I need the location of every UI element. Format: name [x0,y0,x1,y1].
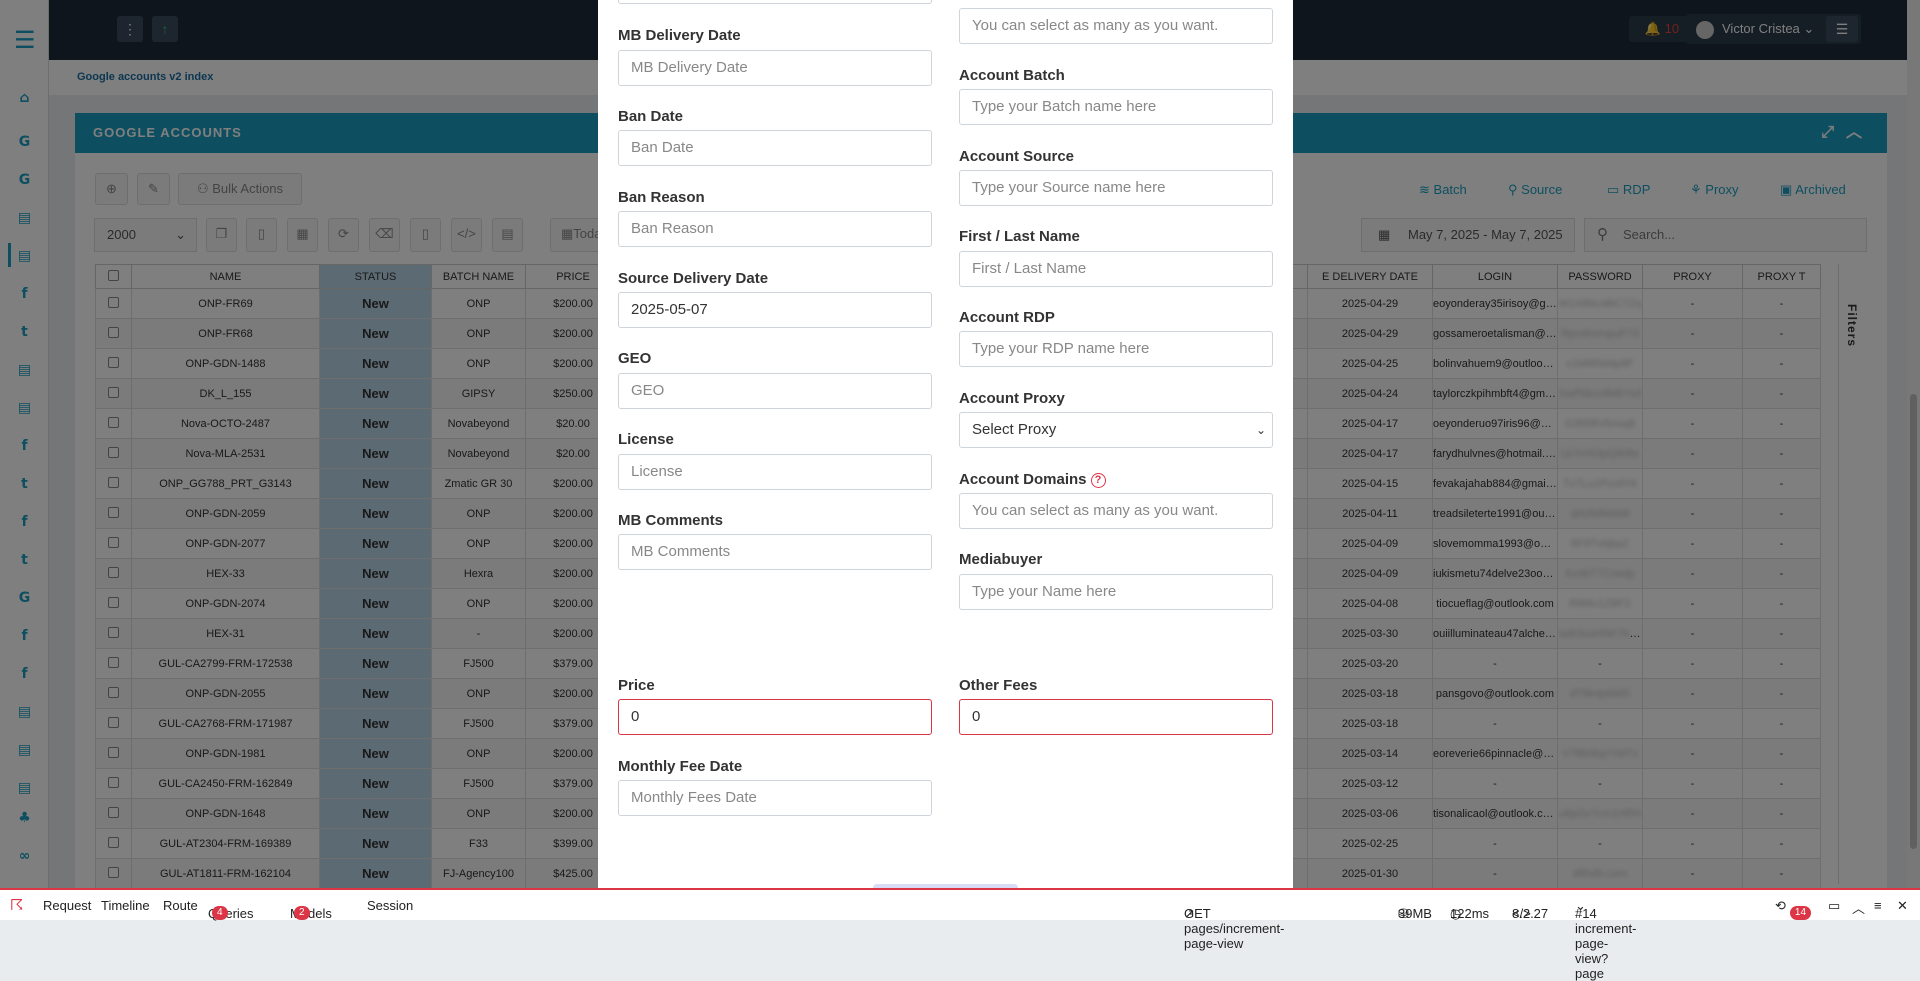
mb-comments-label: MB Comments [618,512,724,529]
price-input[interactable]: 0 [618,699,932,735]
edit-account-modal: MB Delivery Date MB Delivery Date Ban Da… [598,0,1293,888]
debug-tab-session[interactable]: Session [367,898,413,913]
account-source-label: Account Source [959,148,1075,165]
laravel-logo-icon[interactable]: ☈ [10,896,23,914]
folder-icon[interactable]: ▭ [1828,898,1840,914]
monthly-fee-date-label: Monthly Fee Date [618,758,743,775]
multi-select-input[interactable]: You can select as many as you want. [959,8,1273,44]
account-batch-input[interactable]: Type your Batch name here [959,89,1273,125]
other-fees-label: Other Fees [959,677,1038,694]
price-label: Price [618,677,655,694]
account-proxy-label: Account Proxy [959,390,1065,407]
account-rdp-label: Account RDP [959,309,1055,326]
memory-label: 39MB [1398,906,1432,921]
queries-badge: 4 [212,906,228,920]
mb-delivery-date-input[interactable]: MB Delivery Date [618,50,932,86]
proxy-select-value: Select Proxy [972,421,1057,438]
debug-tab-timeline[interactable]: Timeline [101,898,150,913]
history-badge: 14 [1789,906,1812,920]
license-input[interactable]: License [618,454,932,490]
debug-bar: ☈ Request Timeline Route Queries 4 Models… [0,888,1920,981]
help-icon[interactable]: ? [1090,473,1106,488]
chevron-up-icon[interactable]: ︿ [1852,898,1865,917]
geo-input[interactable]: GEO [618,373,932,409]
account-domains-label-wrap: Account Domains? [959,471,1106,488]
license-label: License [618,431,674,448]
time-label: 122ms [1450,906,1490,921]
account-source-input[interactable]: Type your Source name here [959,170,1273,206]
account-batch-label: Account Batch [959,67,1065,84]
mediabuyer-input[interactable]: Type your Name here [959,574,1273,610]
ban-reason-input[interactable]: Ban Reason [618,211,932,247]
other-fees-input[interactable]: 0 [959,699,1273,735]
request-selector[interactable]: #14 increment-page-view?page ⌄ [1575,898,1636,981]
account-rdp-input[interactable]: Type your RDP name here [959,331,1273,367]
close-icon[interactable]: ✕ [1897,898,1908,914]
mb-comments-input[interactable]: MB Comments [618,534,932,570]
source-delivery-label: Source Delivery Date [618,270,769,287]
ban-date-input[interactable]: Ban Date [618,130,932,166]
ban-reason-label: Ban Reason [618,189,705,206]
models-badge: 2 [294,906,310,920]
account-proxy-select[interactable]: Select Proxy ⌄ [959,412,1273,448]
monthly-fee-date-input[interactable]: Monthly Fees Date [618,780,932,816]
account-domains-input[interactable]: You can select as many as you want. [959,493,1273,529]
mb-delivery-label: MB Delivery Date [618,27,741,44]
source-delivery-date-input[interactable]: 2025-05-07 [618,292,932,328]
route-label: GET pages/increment-page-view [1184,906,1285,951]
top-input[interactable] [618,0,932,4]
geo-label: GEO [618,350,652,367]
ban-date-label: Ban Date [618,108,684,125]
account-domains-label: Account Domains [959,471,1087,488]
chevron-down-icon: ⌄ [1255,423,1266,437]
first-last-name-input[interactable]: First / Last Name [959,251,1273,287]
settings-icon[interactable]: ≡ [1874,898,1882,913]
debug-tab-route[interactable]: Route [163,898,198,913]
debug-tab-request[interactable]: Request [43,898,91,913]
php-version: 8.2.27 [1512,906,1549,921]
request-label: #14 increment-page-view?page [1575,906,1637,981]
first-last-name-label: First / Last Name [959,228,1080,245]
history-icon[interactable]: ⟲ 14 [1775,898,1812,920]
mediabuyer-label: Mediabuyer [959,551,1043,568]
